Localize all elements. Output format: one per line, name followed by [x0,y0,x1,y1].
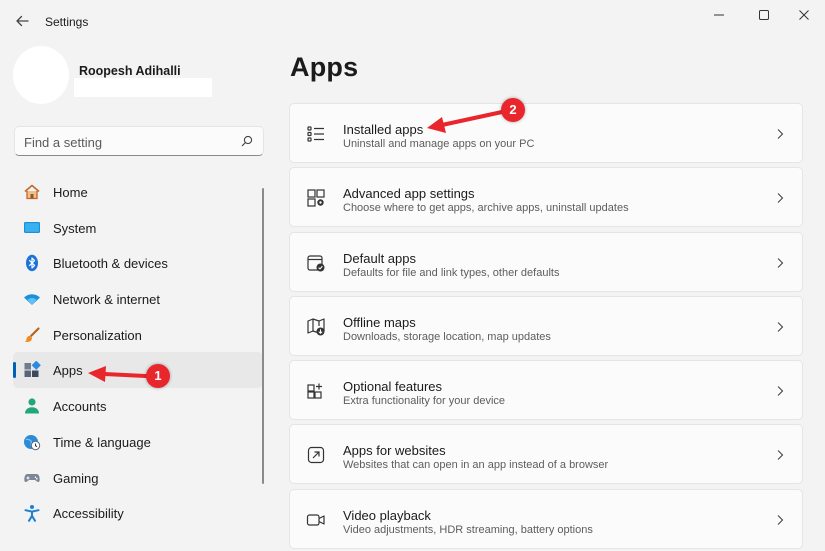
search-icon[interactable] [241,135,253,147]
sidebar-item-label: Accounts [53,399,107,415]
default-apps-icon [307,254,325,272]
selection-indicator [13,362,16,379]
chevron-right-icon [777,129,784,139]
user-name: Roopesh Adihalli [79,64,181,78]
chevron-right-icon [777,193,784,204]
home-icon [24,184,40,200]
title-bar: Settings [0,0,825,44]
sidebar-item-label: Time & language [53,434,151,450]
avatar[interactable] [13,46,69,104]
sidebar-item-time-language[interactable]: Time & language [13,424,263,460]
sidebar-item-accessibility[interactable]: Accessibility [13,495,263,531]
card-subtitle: Defaults for file and link types, other … [343,266,560,279]
sidebar-item-label: Apps [53,363,83,379]
brush-icon [24,327,40,342]
card-advanced-app-settings[interactable]: Advanced app settings Choose where to ge… [289,167,803,228]
sidebar-item-label: Bluetooth & devices [53,256,168,272]
sidebar-item-label: Personalization [53,327,142,343]
chevron-right-icon [777,514,784,525]
card-subtitle: Video adjustments, HDR streaming, batter… [343,523,593,536]
card-title: Offline maps [343,314,416,330]
sidebar-item-label: Accessibility [53,506,124,522]
card-installed-apps[interactable]: Installed apps Uninstall and manage apps… [289,103,803,163]
sidebar-item-network[interactable]: Network & internet [13,281,263,317]
sidebar-scrollbar[interactable] [262,188,264,484]
card-title: Installed apps [343,122,424,137]
chevron-right-icon [777,386,784,397]
search-input[interactable] [24,133,234,151]
apps-icon [24,361,41,378]
gamepad-icon [24,473,40,482]
wifi-icon [24,294,40,306]
sidebar-item-apps[interactable]: Apps [13,352,263,389]
chevron-right-icon [777,450,784,461]
card-subtitle: Choose where to get apps, archive apps, … [343,202,629,215]
sidebar-item-label: Home [53,185,88,200]
system-icon [24,221,40,233]
card-title: Optional features [343,379,443,395]
close-icon[interactable] [792,6,816,24]
card-subtitle: Websites that can open in an app instead… [343,459,609,472]
open-link-icon [307,447,325,464]
add-features-icon [307,383,322,399]
sidebar-item-label: Network & internet [53,292,160,308]
annotation-badge-1: 1 [146,364,170,388]
card-subtitle: Uninstall and manage apps on your PC [343,138,535,150]
list-icon [307,126,324,142]
video-icon [306,514,325,526]
accessibility-icon [24,505,40,522]
card-subtitle: Downloads, storage location, map updates [343,330,551,343]
chevron-right-icon [777,322,784,332]
chevron-right-icon [777,257,784,268]
sidebar-item-home[interactable]: Home [13,174,263,210]
sidebar-item-label: Gaming [53,470,99,486]
card-title: Apps for websites [343,443,446,459]
card-optional-features[interactable]: Optional features Extra functionality fo… [289,360,803,421]
card-apps-for-websites[interactable]: Apps for websites Websites that can open… [289,424,803,485]
settings-card-list: Installed apps Uninstall and manage apps… [289,103,803,551]
sidebar-item-personalization[interactable]: Personalization [13,317,263,353]
card-subtitle: Extra functionality for your device [343,395,506,408]
card-default-apps[interactable]: Default apps Defaults for file and link … [289,231,803,292]
card-title: Advanced app settings [343,186,475,202]
app-settings-icon [307,189,325,207]
card-title: Video playback [343,507,431,523]
sidebar-item-bluetooth[interactable]: Bluetooth & devices [13,245,263,281]
card-video-playback[interactable]: Video playback Video adjustments, HDR st… [289,488,803,549]
minimize-icon[interactable] [707,6,731,24]
sidebar-item-label: System [53,220,97,236]
page-title: Apps [290,52,359,82]
sidebar-item-accounts[interactable]: Accounts [13,388,263,424]
globe-clock-icon [24,434,41,451]
sidebar-item-gaming[interactable]: Gaming [13,460,263,496]
annotation-badge-2: 2 [501,98,525,122]
window-title: Settings [45,15,89,29]
person-icon [25,398,39,414]
sidebar-nav: Home System Bluetooth & devices Network … [13,174,263,531]
bluetooth-icon [26,255,38,272]
card-title: Default apps [343,250,416,266]
redacted-email [74,78,212,97]
search-box[interactable] [14,126,264,156]
sidebar-item-system[interactable]: System [13,210,263,246]
back-arrow-icon[interactable] [14,12,30,30]
card-offline-maps[interactable]: Offline maps Downloads, storage location… [289,295,803,356]
map-icon [307,318,325,336]
maximize-icon[interactable] [752,6,776,24]
